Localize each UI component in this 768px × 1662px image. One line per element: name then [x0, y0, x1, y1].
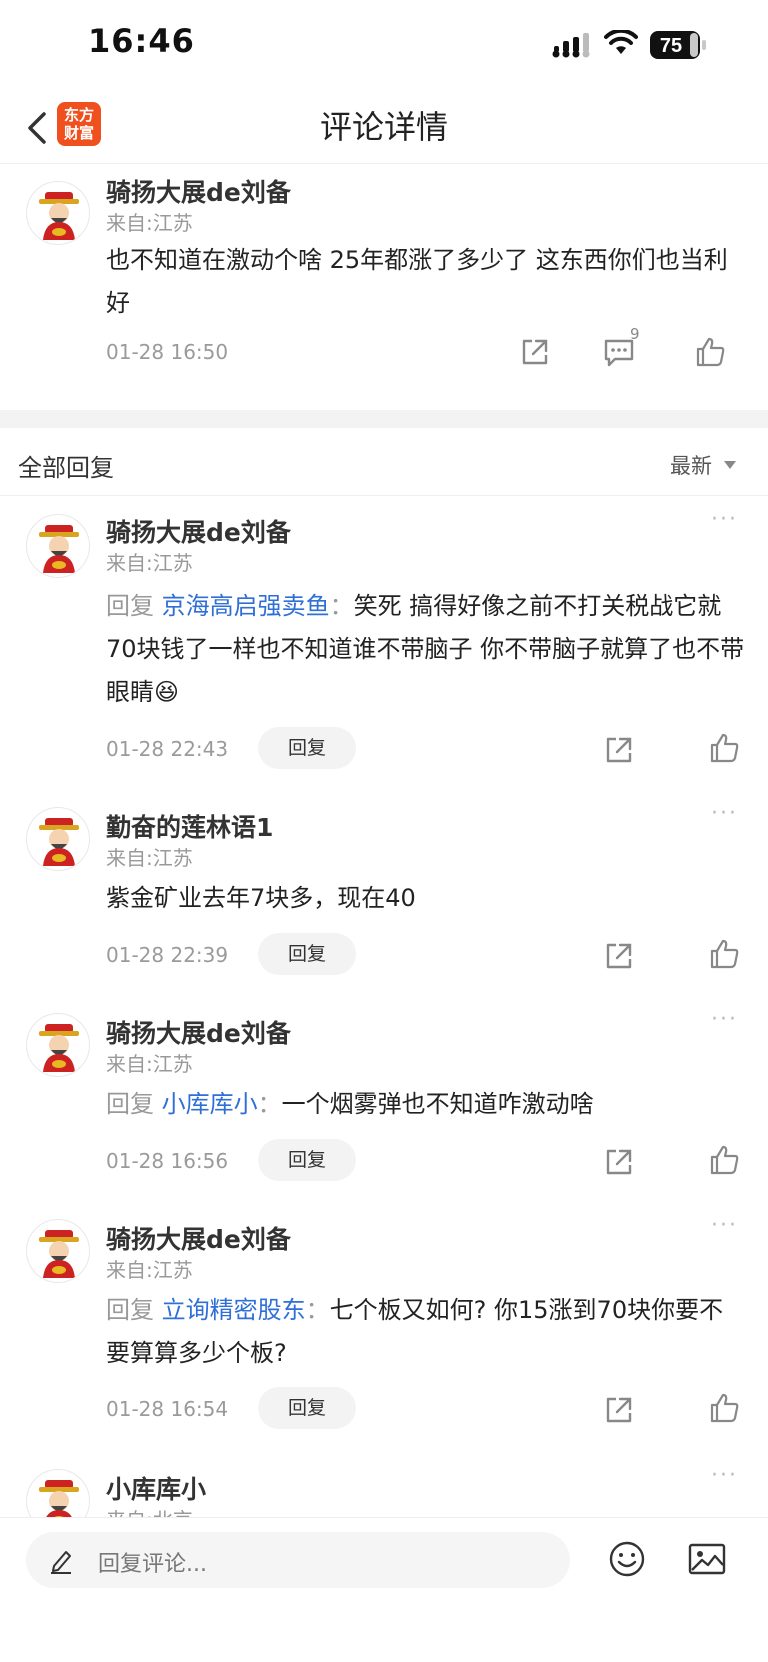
colon: ：	[257, 1090, 282, 1118]
avatar[interactable]	[26, 514, 90, 578]
sort-dropdown[interactable]: 最新	[670, 450, 712, 480]
location: 来自:北京	[106, 1504, 193, 1517]
username[interactable]: 骑扬大展de刘备	[106, 1220, 291, 1256]
pencil-icon	[51, 1551, 71, 1574]
caret-down-icon[interactable]	[724, 461, 736, 469]
reply-button[interactable]: 回复	[258, 727, 356, 769]
reply-prefix: 回复	[106, 592, 154, 620]
reply-content: 回复 京海高启强卖鱼：笑死 搞得好像之前不打关税战它就70块钱了一样也不知道谁不…	[106, 585, 746, 714]
emoji-icon[interactable]	[608, 1540, 646, 1578]
caishen-avatar-icon	[39, 1480, 79, 1517]
caishen-avatar-icon	[39, 818, 79, 866]
comment-time: 01-28 16:50	[106, 340, 229, 364]
battery-icon: 75	[650, 31, 706, 59]
username[interactable]: 骑扬大展de刘备	[106, 173, 291, 209]
caishen-avatar-icon	[39, 192, 79, 240]
colon: ：	[329, 592, 354, 620]
like-icon[interactable]	[694, 335, 728, 369]
username[interactable]: 骑扬大展de刘备	[106, 513, 291, 549]
username[interactable]: 小库库小	[106, 1470, 206, 1506]
nav-bar: 东方 财富 评论详情	[0, 92, 768, 164]
main-comment: 骑扬大展de刘备 来自:江苏 也不知道在激动个啥 25年都涨了多少了 这东西你们…	[0, 165, 768, 410]
reply-time: 01-28 16:54	[106, 1397, 229, 1421]
caishen-avatar-icon	[39, 525, 79, 573]
more-options-icon[interactable]: ···	[711, 1463, 738, 1488]
reply-text: 一个烟雾弹也不知道咋激动啥	[281, 1090, 594, 1118]
reply-input[interactable]: 回复评论...	[26, 1532, 570, 1588]
location: 来自:江苏	[106, 846, 193, 870]
reply-time: 01-28 22:39	[106, 943, 229, 967]
replies-header: 全部回复 最新	[0, 428, 768, 496]
more-options-icon[interactable]: ···	[711, 801, 738, 826]
colon: ：	[305, 1296, 330, 1324]
share-icon[interactable]	[602, 733, 636, 767]
more-options-icon[interactable]: ···	[711, 1213, 738, 1238]
all-replies-label: 全部回复	[18, 454, 114, 482]
reply-time: 01-28 22:43	[106, 737, 229, 761]
cellular-signal-icon	[552, 33, 590, 58]
mention-link[interactable]: 京海高启强卖鱼	[162, 592, 330, 620]
comment-count: 9	[630, 325, 640, 343]
reply-item: 骑扬大展de刘备 来自:江苏 ··· 回复 立询精密股东：七个板又如何? 你15…	[0, 1199, 768, 1449]
section-divider	[0, 410, 768, 428]
like-icon[interactable]	[708, 1143, 742, 1177]
reply-item: 小库库小 来自:北京 ···	[0, 1449, 768, 1517]
comment-input-bar: 回复评论...	[0, 1517, 768, 1662]
reply-prefix: 回复	[106, 1296, 154, 1324]
reply-prefix: 回复	[106, 1090, 154, 1118]
share-icon[interactable]	[518, 335, 552, 369]
caishen-avatar-icon	[39, 1230, 79, 1278]
reply-content: 回复 小库库小：一个烟雾弹也不知道咋激动啥	[106, 1083, 746, 1126]
reply-item: 骑扬大展de刘备 来自:江苏 ··· 回复 京海高启强卖鱼：笑死 搞得好像之前不…	[0, 497, 768, 787]
laughing-emoji-icon: 😆	[154, 678, 180, 706]
caishen-avatar-icon	[39, 1024, 79, 1072]
reply-item: 勤奋的莲林语1 来自:江苏 ··· 紫金矿业去年7块多，现在40 01-28 2…	[0, 787, 768, 993]
share-icon[interactable]	[602, 1393, 636, 1427]
image-icon[interactable]	[688, 1542, 726, 1576]
reply-button[interactable]: 回复	[258, 1139, 356, 1181]
more-options-icon[interactable]: ···	[711, 507, 738, 532]
avatar[interactable]	[26, 1219, 90, 1283]
mention-link[interactable]: 小库库小	[162, 1090, 258, 1118]
page-title: 评论详情	[319, 108, 448, 146]
username[interactable]: 勤奋的莲林语1	[106, 808, 273, 844]
comment-content: 也不知道在激动个啥 25年都涨了多少了 这东西你们也当利好	[106, 246, 728, 317]
location: 来自:江苏	[106, 1258, 193, 1282]
wifi-icon	[604, 30, 638, 54]
battery-level: 75	[660, 35, 682, 57]
share-icon[interactable]	[602, 1145, 636, 1179]
username[interactable]: 骑扬大展de刘备	[106, 1014, 291, 1050]
more-options-icon[interactable]: ···	[711, 1007, 738, 1032]
location: 来自:江苏	[106, 1052, 193, 1076]
reply-item: 骑扬大展de刘备 来自:江苏 ··· 回复 小库库小：一个烟雾弹也不知道咋激动啥…	[0, 993, 768, 1199]
like-icon[interactable]	[708, 731, 742, 765]
reply-time: 01-28 16:56	[106, 1149, 229, 1173]
mention-link[interactable]: 立询精密股东	[162, 1296, 306, 1324]
reply-button[interactable]: 回复	[258, 933, 356, 975]
location: 来自:江苏	[106, 211, 193, 235]
reply-content: 紫金矿业去年7块多，现在40	[106, 884, 416, 912]
like-icon[interactable]	[708, 1391, 742, 1425]
avatar[interactable]	[26, 807, 90, 871]
share-icon[interactable]	[602, 939, 636, 973]
reply-input-placeholder: 回复评论...	[98, 1552, 207, 1577]
avatar[interactable]	[26, 1469, 90, 1517]
avatar[interactable]	[26, 1013, 90, 1077]
status-bar: 16:46 75	[0, 0, 768, 92]
location: 来自:江苏	[106, 551, 193, 575]
reply-content: 回复 立询精密股东：七个板又如何? 你15涨到70块你要不要算算多少个板?	[106, 1289, 746, 1375]
avatar[interactable]	[26, 181, 90, 245]
like-icon[interactable]	[708, 937, 742, 971]
status-time: 16:46	[88, 22, 195, 60]
reply-button[interactable]: 回复	[258, 1387, 356, 1429]
